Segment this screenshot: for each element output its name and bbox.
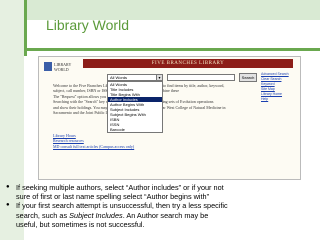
bullet-dot-icon: ● (6, 184, 10, 190)
search-type-value: All Words (110, 75, 128, 80)
search-button[interactable]: Search (239, 73, 257, 82)
book-icon (44, 62, 52, 71)
chevron-down-icon[interactable]: ▾ (156, 75, 162, 80)
bullet-item: ● If seeking multiple authors, select “A… (6, 183, 224, 202)
library-banner: FIVE BRANCHES LIBRARY (83, 59, 293, 68)
bullet-line: search, such as Subject Includes. An Aut… (16, 210, 209, 220)
library-catalog-screenshot: LIBRARY WORLD FIVE BRANCHES LIBRARY All … (38, 56, 301, 180)
dropdown-option[interactable]: Barcode (108, 127, 162, 132)
library-world-logo: LIBRARY WORLD (44, 61, 74, 73)
emphasis-text: Subject Includes (69, 210, 123, 220)
catalog-footer-links: Library Hours Research resources MD cons… (53, 133, 134, 149)
catalog-intro-text: Welcome to the Five Branches Library onl… (53, 83, 226, 116)
search-input[interactable] (167, 74, 235, 81)
search-type-dropdown[interactable]: All Words Title Includes Title Begins Wi… (107, 81, 163, 133)
search-type-select[interactable]: All Words ▾ (107, 74, 163, 81)
md-consult-link[interactable]: MD consult full text articles (Campus ac… (53, 144, 134, 149)
slide-bullets: ● If seeking multiple authors, select “A… (6, 183, 318, 229)
logo-text: LIBRARY WORLD (54, 62, 72, 72)
title-underline (24, 48, 320, 51)
slide-title: Library World (46, 17, 129, 33)
bullet-item: ● If your first search attempt is unsucc… (6, 201, 318, 229)
bullet-dot-icon: ● (6, 202, 10, 209)
